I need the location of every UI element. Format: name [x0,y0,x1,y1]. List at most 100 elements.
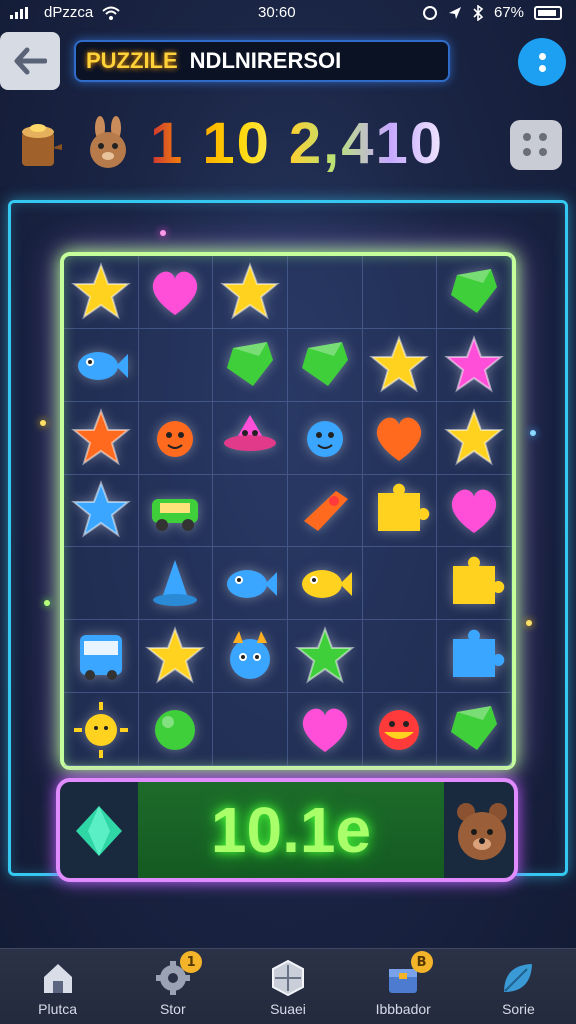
board-cell[interactable] [138,693,214,766]
board-cell[interactable] [362,328,438,402]
carrier-label: dPzzca [44,4,94,21]
board-cell[interactable] [437,401,512,475]
board-cell[interactable] [213,401,288,475]
board-cell[interactable] [362,474,438,548]
board-cell[interactable] [64,401,139,475]
dice-dot-icon [523,148,531,156]
bottom-tab-bar: Plutca 1 Stor Suaei B Ibbbador Sorie [0,948,576,1024]
board-cell[interactable] [362,256,438,329]
star-tile-icon [220,262,280,320]
board-cell[interactable] [437,693,512,766]
board-cell[interactable] [213,256,288,329]
more-menu-button[interactable] [518,38,566,86]
star-tile-icon [145,626,206,684]
puzzle-board [60,252,516,770]
notification-badge: 1 [180,951,203,973]
status-time: 30:60 [258,4,296,21]
wifi-icon [102,6,120,20]
gem-tile-icon [227,341,274,386]
star-tile-icon [369,334,430,393]
signal-icon [10,6,28,19]
tab-2[interactable]: Suaei [230,949,345,1024]
board-cell[interactable] [437,474,512,548]
dice-dot-icon [539,148,547,156]
board-cell[interactable] [437,547,512,621]
sparkle [44,600,50,606]
home-icon [43,964,72,993]
sparkle [160,230,166,236]
tab-3[interactable]: B Ibbbador [346,949,461,1024]
alarm-icon [422,5,437,20]
leaf-icon [504,964,533,992]
board-cell[interactable] [362,620,438,694]
tab-label: Ibbbador [375,1001,431,1017]
board-cell[interactable] [64,693,139,766]
dice-dot-icon [539,133,547,141]
board-cell[interactable] [64,328,139,402]
board-cell[interactable] [287,620,363,694]
sparkle [530,430,536,436]
gem-tile-icon [301,341,348,386]
board-cell[interactable] [213,474,288,548]
board-cell[interactable] [64,547,139,621]
star-tile-icon [294,626,355,684]
board-cell[interactable] [437,620,512,694]
fish-tile-icon [301,570,352,599]
star-tile-icon [71,480,131,538]
board-cell[interactable] [213,328,288,402]
board-cell[interactable] [64,256,139,329]
board-cell[interactable] [138,256,214,329]
board-cell[interactable] [287,256,363,329]
board-cell[interactable] [138,547,214,621]
tile-grid [64,256,512,766]
sun-tile-icon [73,702,128,759]
score-part-1: 1 10 [150,111,271,176]
puzzle-tile-icon [453,629,505,678]
tab-0[interactable]: Plutca [0,949,115,1024]
tab-4[interactable]: Sorie [461,949,576,1024]
title-prefix: PUZZILE [86,48,178,73]
star-tile-icon [444,407,504,466]
tab-label: Stor [159,1001,186,1017]
board-cell[interactable] [213,547,288,621]
monster-tile-icon [230,631,271,680]
board-cell[interactable] [287,693,363,766]
board-cell[interactable] [287,474,363,548]
battery-icon [534,5,562,20]
heart-tile-icon [452,490,497,534]
tab-1[interactable]: 1 Stor [115,949,230,1024]
board-cell[interactable] [213,693,288,766]
hat-tile-icon [153,560,198,607]
bottom-counter-bar: 10.1e [56,778,518,882]
critter-tile-icon [306,420,343,457]
face-tile-icon [379,710,420,751]
board-cell[interactable] [64,620,139,694]
board-cell[interactable] [437,256,512,329]
board-cell[interactable] [362,547,438,621]
board-cell[interactable] [362,693,438,766]
board-cell[interactable] [362,401,438,475]
puzzle-tile-icon [453,557,505,605]
star-tile-icon [444,334,504,393]
board-cell[interactable] [213,620,288,694]
board-cell[interactable] [138,328,214,402]
board-cell[interactable] [437,328,512,402]
board-cell[interactable] [138,474,214,548]
board-cell[interactable] [287,328,363,402]
dot-icon [538,52,546,60]
score-row: 1 10 2,410 [0,108,576,180]
score-part-2: 2,410 [288,111,445,176]
level-title-bar: PUZZILE NDLNIRERSOI [74,40,450,82]
dice-button[interactable] [510,120,562,170]
heart-tile-icon [153,271,198,315]
car-tile-icon [152,499,199,532]
back-button[interactable] [0,32,60,90]
score-display: 1 10 2,410 [150,110,444,177]
board-cell[interactable] [138,620,214,694]
board-cell[interactable] [64,474,139,548]
board-cell[interactable] [287,547,363,621]
board-cell[interactable] [138,401,214,475]
location-icon [448,6,461,19]
star-tile-icon [71,262,131,320]
board-cell[interactable] [287,401,363,475]
